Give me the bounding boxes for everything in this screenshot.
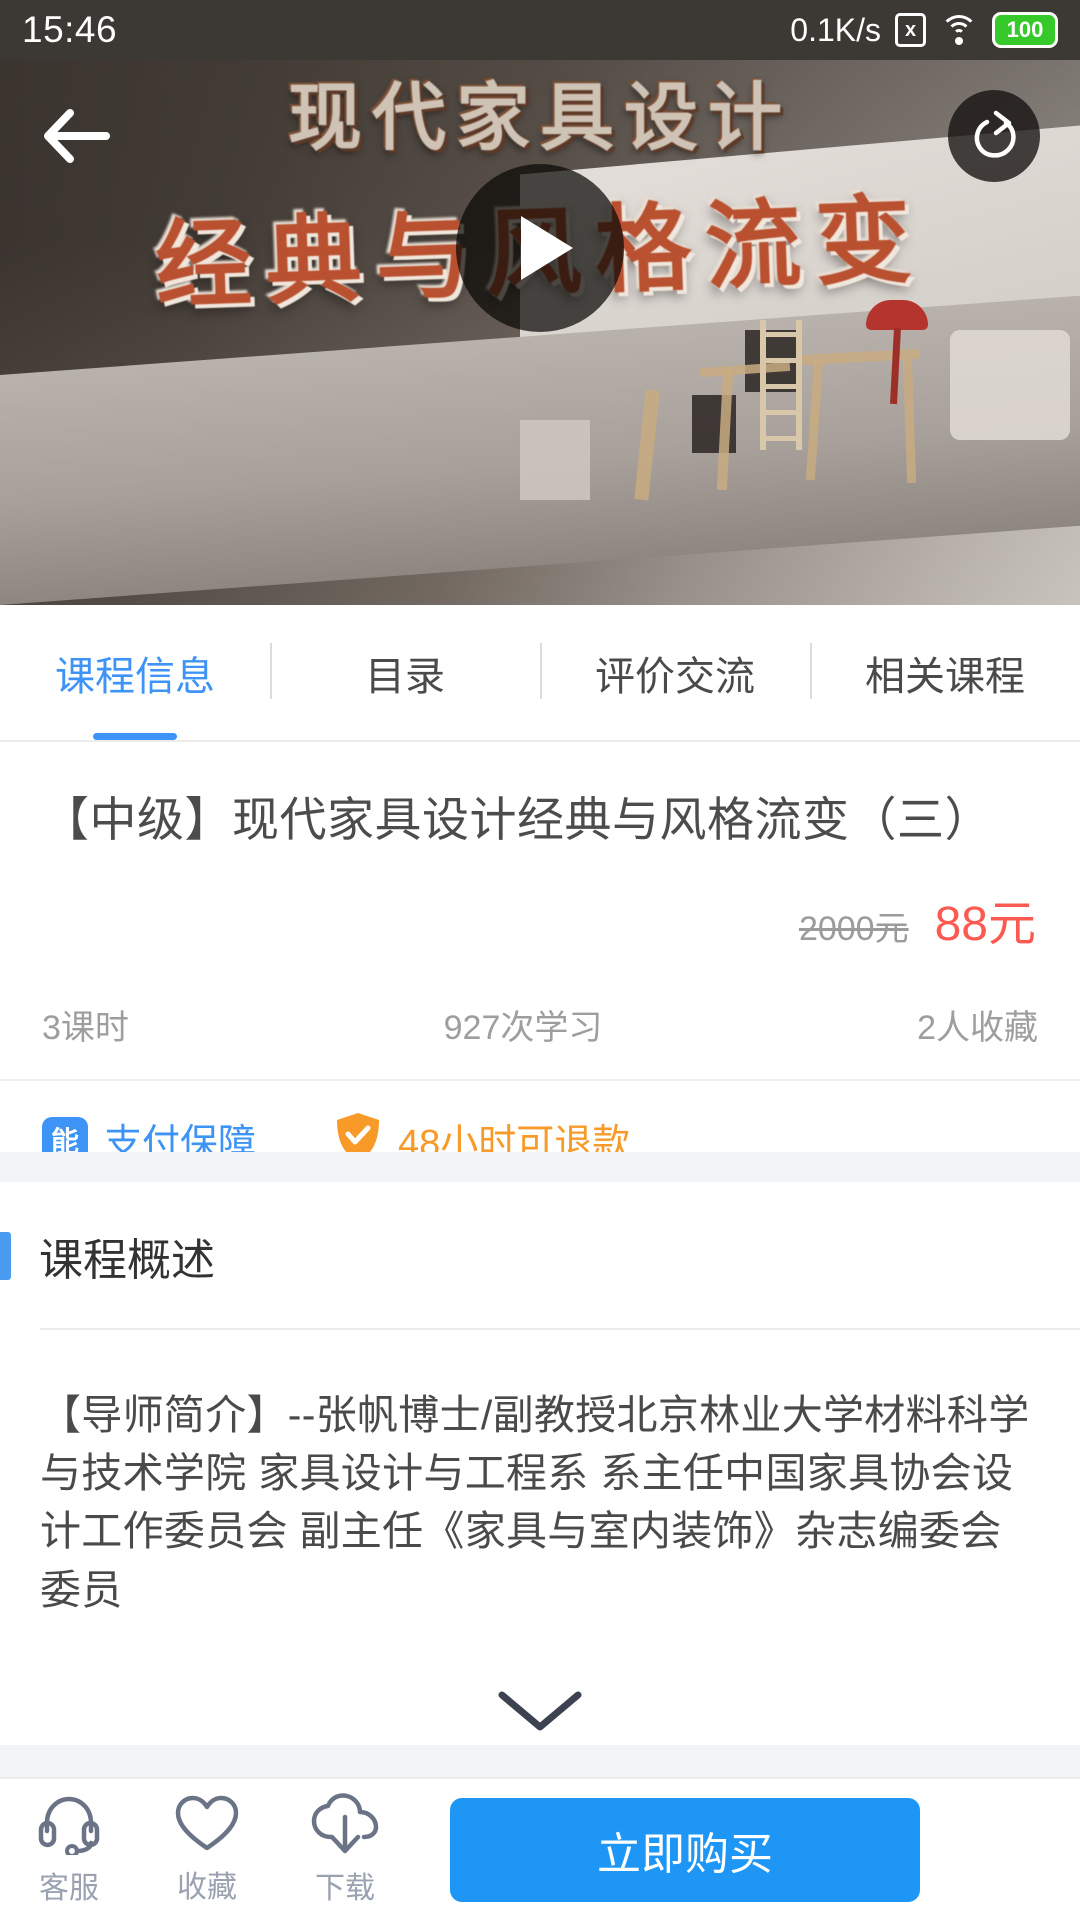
hero-art-line-1: 现代家具设计 (288, 75, 792, 161)
section-divider-band (0, 1152, 1080, 1182)
bottom-divider-band (0, 1745, 1080, 1777)
overview-description: 【导师简介】--张帆博士/副教授北京林业大学材料科学与技术学院 家具设计与工程系… (40, 1392, 1030, 1613)
stat-learners: 927次学习 (443, 1009, 603, 1048)
tab-active-underline (93, 733, 177, 740)
overview-heading: 课程概述 (0, 1182, 1080, 1328)
tab-catalog[interactable]: 目录 (270, 605, 540, 740)
headset-icon (38, 1796, 100, 1855)
play-icon (521, 216, 573, 280)
armchair (950, 330, 1070, 440)
furniture-piece (520, 420, 590, 500)
action-label: 下载 (315, 1871, 375, 1905)
course-stats-row: 3课时 927次学习 2人收藏 (0, 954, 1080, 1082)
action-label: 客服 (39, 1871, 99, 1905)
original-price: 2000元 (798, 910, 909, 949)
tab-label: 目录 (365, 654, 445, 699)
buy-now-button[interactable]: 立即购买 (450, 1797, 920, 1902)
customer-service-button[interactable]: 客服 (0, 1778, 138, 1920)
cloud-download-icon (311, 1792, 379, 1853)
share-icon (974, 110, 1016, 158)
tab-label: 相关课程 (865, 654, 1025, 699)
bottom-action-bar: 客服 收藏 下载 立即购买 (0, 1777, 1080, 1920)
back-button[interactable] (32, 92, 120, 180)
course-detail-screen: 现代家具设计 经典与风格流变 15:46 0.1K/s x (0, 0, 1080, 1920)
heart-icon (175, 1795, 239, 1850)
stat-favorites: 2人收藏 (917, 1009, 1038, 1048)
status-bar: 15:46 0.1K/s x 100 (0, 0, 1080, 60)
wifi-icon (940, 15, 978, 45)
status-time: 15:46 (22, 9, 118, 50)
current-price: 88元 (934, 898, 1036, 952)
favorite-button[interactable]: 收藏 (138, 1778, 276, 1920)
tab-course-info[interactable]: 课程信息 (0, 605, 270, 740)
tab-reviews[interactable]: 评价交流 (540, 605, 810, 740)
back-arrow-icon (44, 109, 110, 163)
action-label: 收藏 (177, 1870, 237, 1904)
share-button[interactable] (948, 90, 1040, 182)
course-overview-section: 课程概述 【导师简介】--张帆博士/副教授北京林业大学材料科学与技术学院 家具设… (0, 1182, 1080, 1787)
sim-x-icon: x (895, 13, 926, 47)
course-tab-bar: 课程信息 目录 评价交流 相关课程 (0, 605, 1080, 742)
stat-lessons: 3课时 (42, 1009, 129, 1048)
battery-icon: 100 (992, 12, 1058, 48)
download-button[interactable]: 下载 (276, 1778, 414, 1920)
course-info-card: 【中级】现代家具设计经典与风格流变（三） 2000元 88元 3课时 927次学… (0, 742, 1080, 1205)
price-row: 2000元 88元 (0, 850, 1080, 954)
tab-related-courses[interactable]: 相关课程 (810, 605, 1080, 740)
chevron-down-icon (498, 1691, 582, 1731)
section-title: 课程概述 (39, 1236, 215, 1285)
play-button[interactable] (456, 164, 624, 332)
tab-label: 课程信息 (55, 654, 215, 699)
network-speed: 0.1K/s (790, 11, 881, 48)
course-title: 【中级】现代家具设计经典与风格流变（三） (42, 793, 992, 846)
section-accent-bar (0, 1232, 11, 1280)
ladder-shelf (760, 320, 802, 450)
status-icons: 0.1K/s x 100 (790, 12, 1058, 49)
video-hero[interactable]: 现代家具设计 经典与风格流变 (0, 0, 1080, 605)
tab-label: 评价交流 (595, 654, 755, 699)
